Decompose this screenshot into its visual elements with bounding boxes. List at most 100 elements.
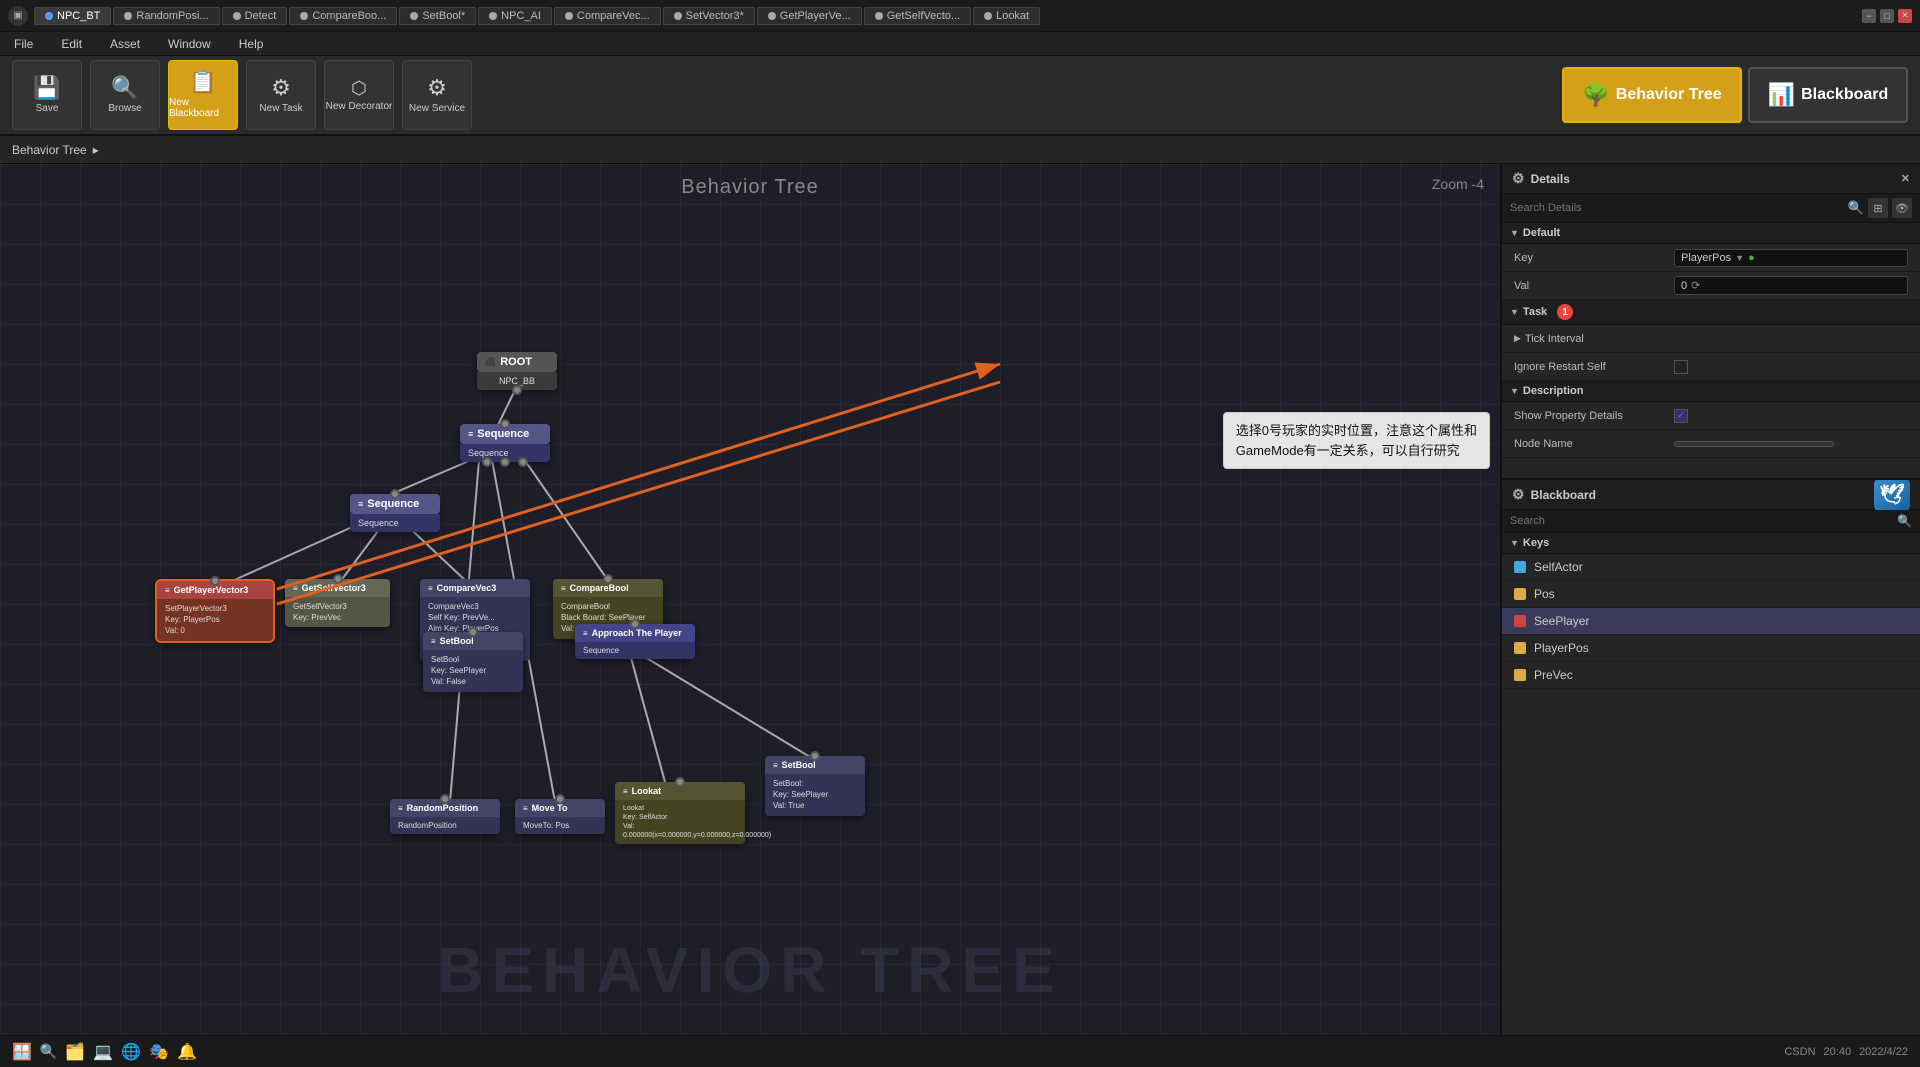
minimize-button[interactable]: − [1862,9,1876,23]
breadcrumb-separator: ▸ [93,143,99,157]
ignore-restart-value[interactable] [1674,360,1908,374]
browse-button[interactable]: 🔍 Browse [90,60,160,130]
get-player-node[interactable]: ≡ GetPlayerVector3 SetPlayerVector3Key: … [155,579,275,643]
task-section-header[interactable]: ▼ Task 1 [1502,300,1920,325]
comparebool-connector-top [603,574,613,584]
tab-getplayerve[interactable]: GetPlayerVe... [757,7,862,25]
approach-node[interactable]: ≡ Approach The Player Sequence [575,624,695,659]
new-blackboard-button[interactable]: 📋 New Blackboard [168,60,238,130]
node-name-row: Node Name [1502,430,1920,458]
description-arrow: ▼ [1510,386,1519,396]
eye-view-button[interactable]: 👁 [1892,198,1912,218]
sequence2-node[interactable]: ≡ Sequence Sequence [350,494,440,532]
details-search-input[interactable] [1510,202,1844,214]
menu-item-window[interactable]: Window [162,35,217,53]
val-value: 0 [1681,280,1687,292]
root-node[interactable]: ⬛ ROOT NPC_BB [477,352,557,390]
view-icons: ⊞ 👁 [1868,198,1912,218]
get-self-label: GetSelfVector3 [302,583,366,593]
key-label: PlayerPos [1534,641,1589,655]
menu-item-help[interactable]: Help [233,35,270,53]
tab-getselfvecto[interactable]: GetSelfVecto... [864,7,971,25]
getself-connector-top [333,574,343,584]
sequence1-node[interactable]: ≡ Sequence Sequence [460,424,550,462]
menu-item-file[interactable]: File [8,35,39,53]
new-service-icon: ⚙ [427,77,447,99]
set-bool1-node[interactable]: ≡ SetBool SetBoolKey: SeePlayerVal: Fals… [423,632,523,692]
bb-search-input[interactable] [1510,515,1897,527]
seq1-connector-b2 [500,457,510,467]
key-item-seeplayer[interactable]: SeePlayer [1502,608,1920,635]
node-name-input[interactable] [1674,441,1834,447]
val-input[interactable]: 0 ⟳ [1674,276,1908,295]
menu-item-edit[interactable]: Edit [55,35,88,53]
key-item-playerpos[interactable]: PlayerPos [1502,635,1920,662]
window-controls[interactable]: − □ ✕ [1862,9,1912,23]
behavior-tree-label: Behavior Tree [1616,86,1722,104]
blackboard-mode-button[interactable]: 📊 Blackboard [1748,67,1908,123]
key-item-pos[interactable]: Pos [1502,581,1920,608]
show-property-value[interactable] [1674,409,1908,423]
tab-comparevec[interactable]: CompareVec... [554,7,661,25]
new-decorator-button[interactable]: ⬡ New Decorator [324,60,394,130]
seq1-connector-b3 [518,457,528,467]
default-section-header[interactable]: ▼ Default [1502,223,1920,244]
randompos-connector-top [440,794,450,804]
tick-interval-row: ▶ Tick Interval [1502,325,1920,353]
tab-label: NPC_AI [501,10,541,22]
tab-label: CompareVec... [577,10,650,22]
key-prop-row: Key PlayerPos ▼ ● [1502,244,1920,272]
new-service-button[interactable]: ⚙ New Service [402,60,472,130]
save-label: Save [36,103,59,114]
behavior-tree-mode-button[interactable]: 🌳 Behavior Tree [1562,67,1742,123]
tab-setbool[interactable]: SetBool* [399,7,476,25]
set-bool2-node[interactable]: ≡ SetBool SetBool:Key: SeePlayerVal: Tru… [765,756,865,816]
details-collapse[interactable]: ✕ [1901,172,1910,185]
tab-detect[interactable]: Detect [222,7,288,25]
tab-setvector3[interactable]: SetVector3* [663,7,755,25]
tab-randomposi[interactable]: RandomPosi... [113,7,219,25]
tab-npcai[interactable]: NPC_AI [478,7,552,25]
description-section-header[interactable]: ▼ Description [1502,381,1920,402]
grid-view-button[interactable]: ⊞ [1868,198,1888,218]
tab-lookat[interactable]: Lookat [973,7,1040,25]
approach-label: Approach The Player [592,628,682,638]
menubar: File Edit Asset Window Help [0,32,1920,56]
tab-label: Detect [245,10,277,22]
node-name-value [1674,441,1908,447]
new-task-button[interactable]: ⚙ New Task [246,60,316,130]
task-label: Task [1523,306,1547,318]
taskbar-item-folder[interactable]: 🗂️ [65,1042,85,1062]
lookat-label: Lookat [632,786,662,796]
canvas[interactable]: Behavior Tree Zoom -4 BEHAVIOR TREE [0,164,1500,1067]
search-taskbar[interactable]: 🔍 [40,1043,57,1060]
lookat-node[interactable]: ≡ Lookat LookatKey: SelfActorVal: 0.0000… [615,782,745,844]
save-button[interactable]: 💾 Save [12,60,82,130]
keys-section-header[interactable]: ▼ Keys [1502,533,1920,554]
tab-npcbt[interactable]: NPC_BT [34,7,111,25]
tab-compareboo[interactable]: CompareBoo... [289,7,397,25]
new-decorator-icon: ⬡ [351,79,367,97]
move-to-node[interactable]: ≡ Move To MoveTo: Pos [515,799,605,834]
close-button[interactable]: ✕ [1898,9,1912,23]
taskbar-item-vs[interactable]: 💻 [93,1042,113,1062]
key-item-selfactor[interactable]: SelfActor [1502,554,1920,581]
maximize-button[interactable]: □ [1880,9,1894,23]
get-self-node[interactable]: ≡ GetSelfVector3 GetSelfVector3Key: Prev… [285,579,390,627]
start-button[interactable]: 🪟 [12,1042,32,1062]
key-item-prevec[interactable]: PreVec [1502,662,1920,689]
statusbar: 🪟 🔍 🗂️ 💻 🌐 🎭 🔔 CSDN 20:40 2022/4/22 [0,1035,1920,1067]
taskbar-item-fire[interactable]: 🔔 [177,1042,197,1062]
seq1-connector-b1 [482,457,492,467]
key-dropdown[interactable]: PlayerPos ▼ ● [1674,249,1908,267]
taskbar-item-chrome[interactable]: 🌐 [121,1042,141,1062]
taskbar-item-ue[interactable]: 🎭 [149,1042,169,1062]
ignore-restart-label: Ignore Restart Self [1514,361,1674,373]
key-prop-label: Key [1514,252,1674,264]
menu-item-asset[interactable]: Asset [104,35,146,53]
set-bool2-label: SetBool [782,760,816,770]
clock: 20:40 [1824,1046,1852,1058]
random-pos-node[interactable]: ≡ RandomPosition RandomPosition [390,799,500,834]
show-property-checkbox[interactable] [1674,409,1688,423]
ignore-restart-checkbox[interactable] [1674,360,1688,374]
